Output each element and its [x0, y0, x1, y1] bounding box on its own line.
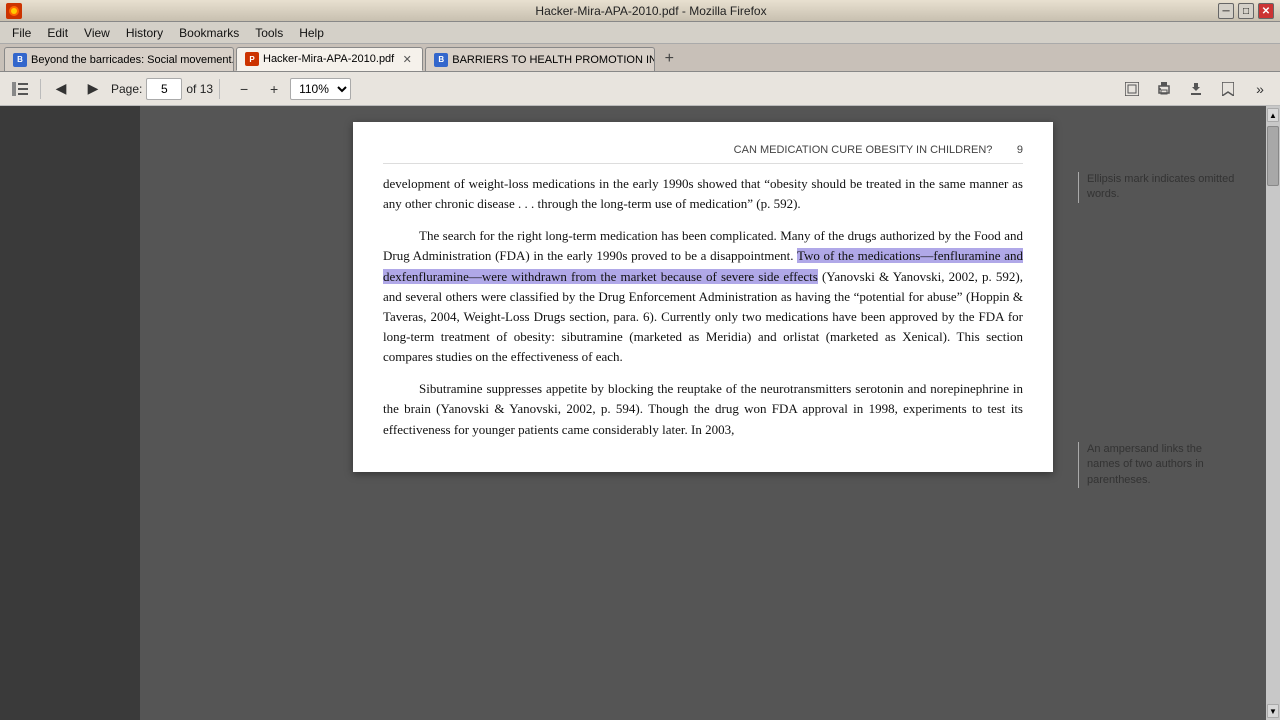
pdf-container: CAN MEDICATION CURE OBESITY IN CHILDREN?… [353, 114, 1053, 712]
annotation-1-text: Ellipsis mark indicates omitted words. [1087, 173, 1234, 200]
fullscreen-button[interactable] [1118, 76, 1146, 102]
pdf-header: CAN MEDICATION CURE OBESITY IN CHILDREN?… [383, 142, 1023, 164]
tab-1[interactable]: P Hacker-Mira-APA-2010.pdf ✕ [236, 47, 423, 71]
tab-2-icon: B [434, 53, 448, 67]
window-titlebar: Hacker-Mira-APA-2010.pdf - Mozilla Firef… [0, 0, 1280, 22]
sidebar-toggle-button[interactable] [6, 76, 34, 102]
download-button[interactable] [1182, 76, 1210, 102]
scrollbar-thumb[interactable] [1267, 126, 1279, 186]
window-title: Hacker-Mira-APA-2010.pdf - Mozilla Firef… [28, 4, 1274, 18]
window-controls: ─ □ ✕ [1218, 3, 1274, 19]
menu-help[interactable]: Help [291, 24, 332, 42]
pdf-paragraph-3: Sibutramine suppresses appetite by block… [383, 379, 1023, 439]
close-button[interactable]: ✕ [1258, 3, 1274, 19]
tab-1-close[interactable]: ✕ [400, 52, 414, 66]
pdf-page: CAN MEDICATION CURE OBESITY IN CHILDREN?… [353, 122, 1053, 472]
tabbar: B Beyond the barricades: Social movement… [0, 44, 1280, 72]
zoom-in-button[interactable]: + [260, 76, 288, 102]
new-tab-button[interactable]: + [657, 47, 681, 71]
pdf-header-text: CAN MEDICATION CURE OBESITY IN CHILDREN? [734, 144, 993, 156]
toolbar: ◀ ▶ Page: of 13 − + 110% 100% 125% 150% … [0, 72, 1280, 106]
zoom-out-button[interactable]: − [230, 76, 258, 102]
minimize-button[interactable]: ─ [1218, 3, 1234, 19]
menu-view[interactable]: View [76, 24, 118, 42]
next-page-button[interactable]: ▶ [79, 76, 107, 102]
pdf-header-page: 9 [1017, 144, 1023, 156]
menubar: File Edit View History Bookmarks Tools H… [0, 22, 1280, 44]
tab-2[interactable]: B BARRIERS TO HEALTH PROMOTION IN A... ✕ [425, 47, 655, 71]
toolbar-sep-1 [40, 79, 41, 99]
annotation-2-text: An ampersand links the names of two auth… [1087, 443, 1204, 486]
page-total: of 13 [186, 82, 213, 96]
firefox-icon [6, 3, 22, 19]
scrollbar-track: ▲ ▼ [1266, 106, 1280, 720]
scrollbar-down-button[interactable]: ▼ [1267, 704, 1279, 718]
toolbar-right: » [1118, 76, 1274, 102]
prev-page-button[interactable]: ◀ [47, 76, 75, 102]
left-sidebar [0, 106, 140, 720]
menu-edit[interactable]: Edit [39, 24, 76, 42]
tab-0-icon: B [13, 53, 27, 67]
menu-tools[interactable]: Tools [247, 24, 291, 42]
page-label: Page: [111, 82, 142, 96]
tab-2-label: BARRIERS TO HEALTH PROMOTION IN A... [452, 54, 655, 66]
main-area: CAN MEDICATION CURE OBESITY IN CHILDREN?… [0, 106, 1280, 720]
page-input[interactable] [146, 78, 182, 100]
tab-0-label: Beyond the barricades: Social movement..… [31, 54, 234, 66]
print-button[interactable] [1150, 76, 1178, 102]
tab-0[interactable]: B Beyond the barricades: Social movement… [4, 47, 234, 71]
scrollbar-up-button[interactable]: ▲ [1267, 108, 1279, 122]
menu-history[interactable]: History [118, 24, 171, 42]
annotation-1: Ellipsis mark indicates omitted words. [1078, 172, 1238, 203]
zoom-controls: − + 110% 100% 125% 150% 75% [230, 76, 351, 102]
more-tools-button[interactable]: » [1246, 76, 1274, 102]
tab-1-icon: P [245, 52, 259, 66]
menu-file[interactable]: File [4, 24, 39, 42]
pdf-paragraph-2: The search for the right long-term medic… [383, 226, 1023, 367]
toolbar-sep-2 [219, 79, 220, 99]
pdf-paragraph-1: development of weight-loss medications i… [383, 174, 1023, 214]
menu-bookmarks[interactable]: Bookmarks [171, 24, 247, 42]
highlighted-text: Two of the medications—fenfluramine and … [383, 248, 1023, 283]
page-navigation: Page: of 13 [111, 78, 213, 100]
bookmark-button[interactable] [1214, 76, 1242, 102]
pdf-wrapper[interactable]: CAN MEDICATION CURE OBESITY IN CHILDREN?… [140, 106, 1266, 720]
tab-1-label: Hacker-Mira-APA-2010.pdf [263, 53, 394, 65]
zoom-select[interactable]: 110% 100% 125% 150% 75% [290, 78, 351, 100]
restore-button[interactable]: □ [1238, 3, 1254, 19]
annotation-2: An ampersand links the names of two auth… [1078, 442, 1238, 488]
